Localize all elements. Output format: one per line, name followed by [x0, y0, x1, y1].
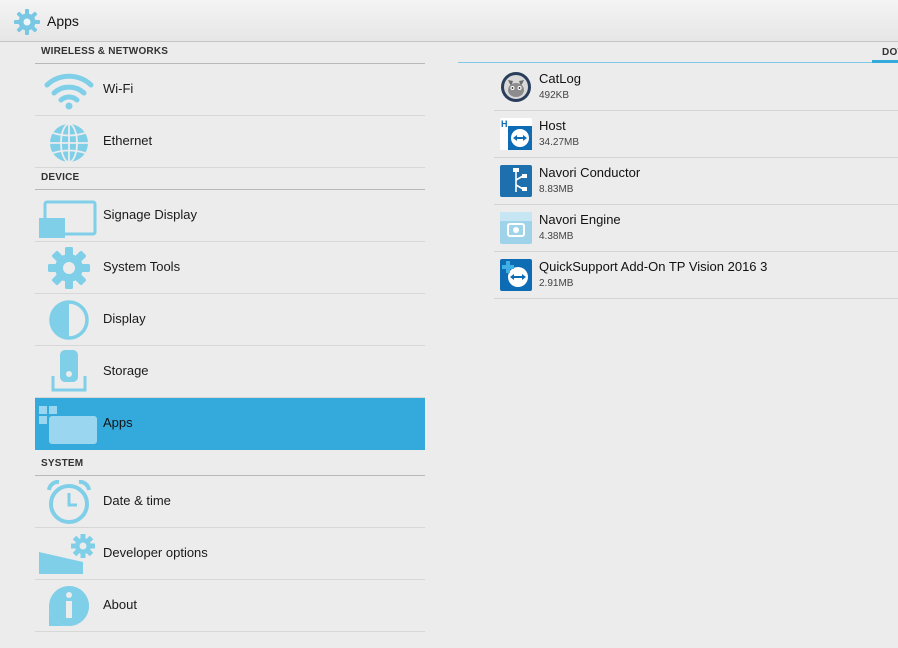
apps-pane: DOW CatLog 492KB H Host 34.27MB — [458, 42, 898, 648]
settings-sidebar: WIRELESS & NETWORKS Wi-Fi Ethernet DEVIC… — [0, 42, 458, 648]
section-header-wireless: WIRELESS & NETWORKS — [35, 42, 425, 64]
apps-icon — [39, 406, 97, 444]
gear-icon — [48, 247, 90, 289]
quicksupport-icon — [500, 259, 532, 291]
sidebar-item-system-tools[interactable]: System Tools — [35, 242, 425, 294]
sidebar-item-about[interactable]: About — [35, 580, 425, 632]
globe-icon — [50, 123, 88, 163]
list-item-host[interactable]: H Host 34.27MB — [494, 111, 898, 158]
tab-active-indicator — [872, 60, 898, 63]
sidebar-item-label: Date & time — [103, 493, 171, 508]
navori-engine-icon — [500, 212, 532, 244]
app-name: Navori Conductor — [539, 165, 641, 180]
list-item-navori-engine[interactable]: Navori Engine 4.38MB — [494, 205, 898, 252]
sidebar-item-label: Wi-Fi — [103, 81, 134, 96]
sidebar-item-label: About — [103, 597, 137, 612]
info-icon — [49, 586, 89, 626]
sidebar-item-signage-display[interactable]: Signage Display — [35, 190, 425, 242]
storage-icon — [51, 350, 87, 392]
list-item-catlog[interactable]: CatLog 492KB — [494, 64, 898, 111]
app-size: 492KB — [539, 90, 570, 101]
wifi-icon — [44, 73, 94, 110]
sidebar-item-storage[interactable]: Storage — [35, 346, 425, 398]
app-name: CatLog — [539, 71, 581, 86]
teamviewer-host-icon: H — [500, 118, 532, 150]
sidebar-item-wifi[interactable]: Wi-Fi — [35, 64, 425, 116]
list-item-quicksupport[interactable]: QuickSupport Add-On TP Vision 2016 3 2.9… — [494, 252, 898, 299]
app-size: 34.27MB — [539, 137, 580, 148]
sidebar-item-apps[interactable]: Apps — [35, 398, 425, 450]
sidebar-item-ethernet[interactable]: Ethernet — [35, 116, 425, 168]
section-header-system: SYSTEM — [35, 454, 425, 476]
sidebar-item-label: Signage Display — [103, 207, 197, 222]
sidebar-item-developer-options[interactable]: Developer options — [35, 528, 425, 580]
app-name: Navori Engine — [539, 212, 621, 227]
sidebar-item-label: Ethernet — [103, 133, 153, 148]
alarm-clock-icon — [47, 480, 91, 524]
app-name: QuickSupport Add-On TP Vision 2016 3 — [539, 259, 768, 274]
tab-strip-divider — [458, 62, 898, 63]
sidebar-item-label: Display — [103, 311, 146, 326]
action-bar: Apps — [0, 0, 898, 42]
svg-text:H: H — [501, 119, 508, 129]
sidebar-item-date-time[interactable]: Date & time — [35, 476, 425, 528]
sidebar-item-display[interactable]: Display — [35, 294, 425, 346]
app-name: Host — [539, 118, 566, 133]
app-size: 8.83MB — [539, 184, 574, 195]
settings-gear-icon[interactable] — [13, 8, 41, 36]
developer-options-icon — [39, 534, 95, 574]
app-size: 2.91MB — [539, 278, 574, 289]
list-item-navori-conductor[interactable]: Navori Conductor 8.83MB — [494, 158, 898, 205]
section-header-device: DEVICE — [35, 168, 425, 190]
app-size: 4.38MB — [539, 231, 574, 242]
sidebar-item-label: Apps — [103, 415, 133, 430]
navori-conductor-icon — [500, 165, 532, 197]
sidebar-item-label: Developer options — [103, 545, 208, 560]
cast-display-icon — [39, 200, 97, 238]
tab-downloaded[interactable]: DOW — [882, 47, 898, 58]
page-title: Apps — [47, 13, 79, 29]
brightness-icon — [49, 300, 89, 340]
catlog-icon — [501, 72, 531, 102]
sidebar-item-label: Storage — [103, 363, 149, 378]
sidebar-item-label: System Tools — [103, 259, 181, 274]
